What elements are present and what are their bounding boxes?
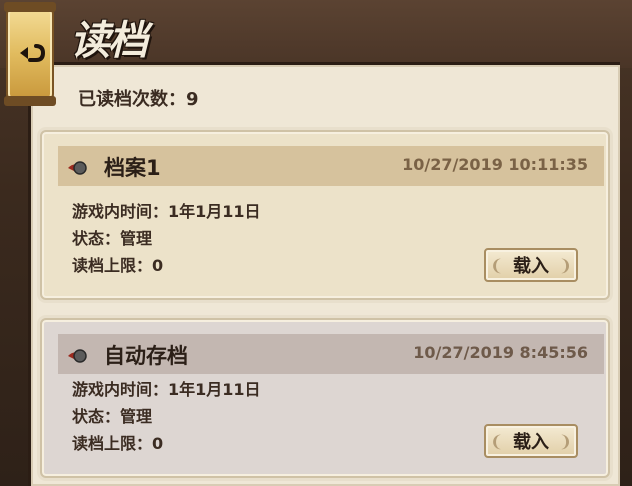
save-card-header: 自动存档 10/27/2019 8:45:56 [58,334,604,374]
swirl-right-icon: ❩ [558,256,572,275]
back-button-cap-top [4,2,56,12]
save-status: 状态：管理 [72,407,153,426]
save-date: 10/27/2019 8:45:56 [413,343,588,362]
pin-icon [68,161,87,175]
save-load-limit: 读档上限：0 [72,434,164,453]
swirl-left-icon: ❨ [490,256,504,275]
save-card: 档案1 10/27/2019 10:11:35 游戏内时间：1年1月11日 状态… [40,130,610,300]
save-card-header: 档案1 10/27/2019 10:11:35 [58,146,604,186]
save-date: 10/27/2019 10:11:35 [402,155,588,174]
back-button-cap-bottom [4,96,56,106]
save-load-limit: 读档上限：0 [72,256,164,275]
page-title: 读档 [70,17,148,64]
save-game-time: 游戏内时间：1年1月11日 [72,202,261,221]
load-button-label: 载入 [513,432,549,453]
pin-icon [68,349,87,363]
swirl-left-icon: ❨ [490,432,504,451]
save-name: 自动存档 [104,344,188,368]
back-arrow-icon [20,44,46,62]
load-button-label: 载入 [513,256,549,277]
load-button[interactable]: ❨ 载入 ❩ [484,248,578,282]
read-count-label: 已读档次数：9 [78,89,199,110]
save-status: 状态：管理 [72,229,153,248]
swirl-right-icon: ❩ [558,432,572,451]
save-game-time: 游戏内时间：1年1月11日 [72,380,261,399]
save-card: 自动存档 10/27/2019 8:45:56 游戏内时间：1年1月11日 状态… [40,318,610,478]
back-button[interactable] [4,2,56,106]
load-button[interactable]: ❨ 载入 ❩ [484,424,578,458]
save-name: 档案1 [104,156,161,180]
